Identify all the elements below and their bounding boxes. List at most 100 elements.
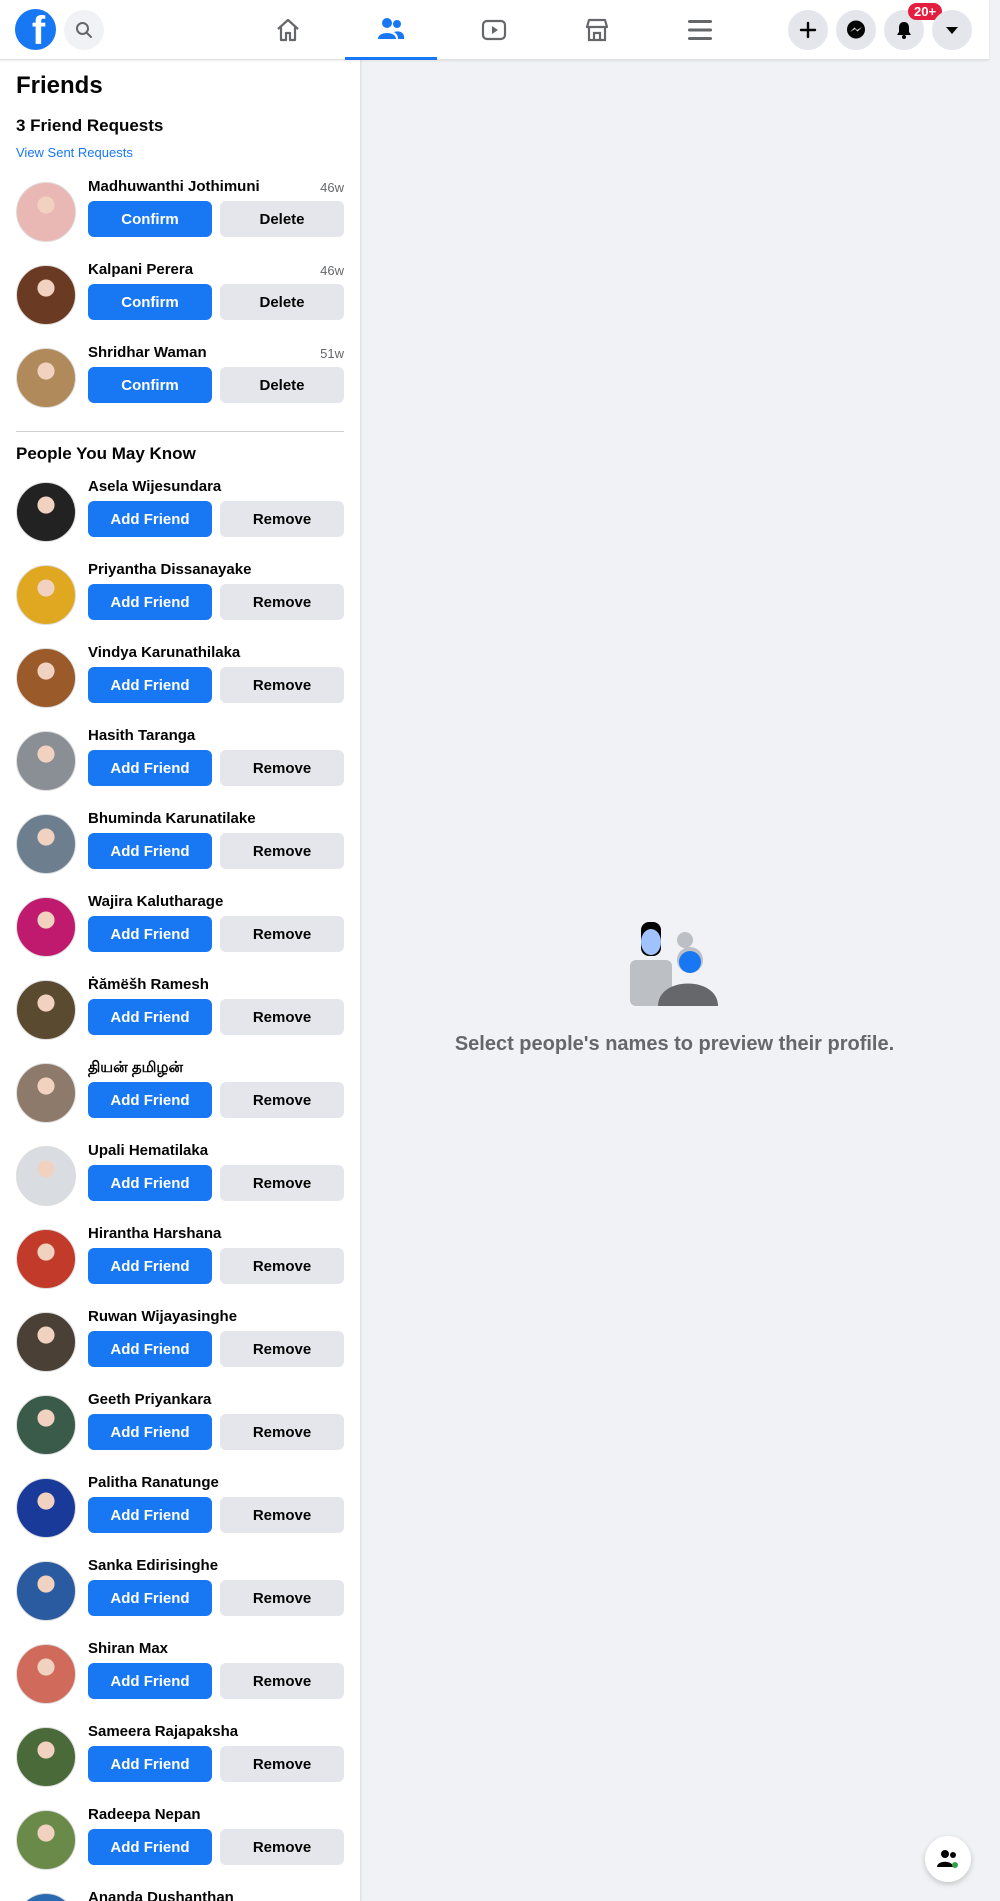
add-friend-button[interactable]: Add Friend: [88, 1663, 212, 1699]
add-friend-button[interactable]: Add Friend: [88, 1580, 212, 1616]
person-name[interactable]: Hasith Taranga: [88, 727, 195, 744]
person-name[interactable]: Priyantha Dissanayake: [88, 561, 251, 578]
avatar[interactable]: [16, 182, 76, 242]
tab-menu[interactable]: [654, 0, 746, 60]
add-friend-button[interactable]: Add Friend: [88, 1331, 212, 1367]
delete-button[interactable]: Delete: [220, 367, 344, 403]
avatar[interactable]: [16, 1810, 76, 1870]
add-friend-button[interactable]: Add Friend: [88, 750, 212, 786]
add-friend-button[interactable]: Add Friend: [88, 1497, 212, 1533]
add-friend-button[interactable]: Add Friend: [88, 916, 212, 952]
avatar[interactable]: [16, 1312, 76, 1372]
person-name[interactable]: Shridhar Waman: [88, 344, 207, 361]
create-button[interactable]: [788, 10, 828, 50]
messenger-button[interactable]: [836, 10, 876, 50]
remove-button[interactable]: Remove: [220, 1165, 344, 1201]
add-friend-button[interactable]: Add Friend: [88, 1165, 212, 1201]
remove-button[interactable]: Remove: [220, 584, 344, 620]
avatar[interactable]: [16, 1146, 76, 1206]
avatar[interactable]: [16, 1644, 76, 1704]
add-friend-button[interactable]: Add Friend: [88, 999, 212, 1035]
delete-button[interactable]: Delete: [220, 284, 344, 320]
person-name[interactable]: Ṙămëšh Ramesh: [88, 976, 209, 993]
remove-button[interactable]: Remove: [220, 1082, 344, 1118]
new-friends-float-button[interactable]: [925, 1836, 971, 1882]
avatar[interactable]: [16, 648, 76, 708]
confirm-button[interactable]: Confirm: [88, 284, 212, 320]
avatar[interactable]: [16, 1229, 76, 1289]
remove-button[interactable]: Remove: [220, 1580, 344, 1616]
request-time: 46w: [320, 180, 344, 195]
avatar[interactable]: [16, 482, 76, 542]
person-name[interactable]: Upali Hematilaka: [88, 1142, 208, 1159]
tab-friends[interactable]: [345, 0, 437, 60]
search-button[interactable]: [64, 10, 104, 50]
suggestion-item: Upali Hematilaka Add Friend Remove: [16, 1142, 344, 1222]
view-sent-requests-link[interactable]: View Sent Requests: [16, 145, 133, 160]
remove-button[interactable]: Remove: [220, 1746, 344, 1782]
remove-button[interactable]: Remove: [220, 833, 344, 869]
remove-button[interactable]: Remove: [220, 750, 344, 786]
person-name[interactable]: Geeth Priyankara: [88, 1391, 211, 1408]
person-name[interactable]: Kalpani Perera: [88, 261, 193, 278]
remove-button[interactable]: Remove: [220, 667, 344, 703]
remove-button[interactable]: Remove: [220, 1663, 344, 1699]
person-name[interactable]: Sanka Edirisinghe: [88, 1557, 218, 1574]
remove-button[interactable]: Remove: [220, 501, 344, 537]
avatar[interactable]: [16, 980, 76, 1040]
add-friend-button[interactable]: Add Friend: [88, 1082, 212, 1118]
facebook-logo[interactable]: f: [15, 9, 56, 50]
tab-watch[interactable]: [448, 0, 540, 60]
person-name[interactable]: Vindya Karunathilaka: [88, 644, 240, 661]
add-friend-button[interactable]: Add Friend: [88, 667, 212, 703]
add-friend-button[interactable]: Add Friend: [88, 1746, 212, 1782]
confirm-button[interactable]: Confirm: [88, 367, 212, 403]
avatar[interactable]: [16, 565, 76, 625]
person-name[interactable]: Bhuminda Karunatilake: [88, 810, 256, 827]
person-name[interactable]: Wajira Kalutharage: [88, 893, 223, 910]
remove-button[interactable]: Remove: [220, 1331, 344, 1367]
remove-button[interactable]: Remove: [220, 1414, 344, 1450]
remove-button[interactable]: Remove: [220, 916, 344, 952]
add-friend-button[interactable]: Add Friend: [88, 501, 212, 537]
person-name[interactable]: Sameera Rajapaksha: [88, 1723, 238, 1740]
remove-button[interactable]: Remove: [220, 1497, 344, 1533]
avatar[interactable]: [16, 1561, 76, 1621]
avatar[interactable]: [16, 348, 76, 408]
person-name[interactable]: Radeepa Nepan: [88, 1806, 201, 1823]
person-name[interactable]: Ruwan Wijayasinghe: [88, 1308, 237, 1325]
remove-button[interactable]: Remove: [220, 1248, 344, 1284]
avatar[interactable]: [16, 1478, 76, 1538]
person-name[interactable]: Hirantha Harshana: [88, 1225, 221, 1242]
avatar[interactable]: [16, 1893, 76, 1901]
tab-home[interactable]: [242, 0, 334, 60]
account-button[interactable]: [932, 10, 972, 50]
person-name[interactable]: Palitha Ranatunge: [88, 1474, 219, 1491]
add-friend-button[interactable]: Add Friend: [88, 1248, 212, 1284]
remove-button[interactable]: Remove: [220, 1829, 344, 1865]
person-name[interactable]: Asela Wijesundara: [88, 478, 221, 495]
suggestion-item: Asela Wijesundara Add Friend Remove: [16, 478, 344, 558]
avatar[interactable]: [16, 814, 76, 874]
person-name[interactable]: தியன் தமிழன்: [88, 1059, 183, 1078]
avatar[interactable]: [16, 731, 76, 791]
empty-state-message: Select people's names to preview their p…: [454, 1033, 895, 1055]
avatar[interactable]: [16, 1395, 76, 1455]
remove-button[interactable]: Remove: [220, 999, 344, 1035]
person-name[interactable]: Madhuwanthi Jothimuni: [88, 178, 260, 195]
delete-button[interactable]: Delete: [220, 201, 344, 237]
avatar[interactable]: [16, 897, 76, 957]
avatar[interactable]: [16, 265, 76, 325]
person-name[interactable]: Shiran Max: [88, 1640, 168, 1657]
person-name[interactable]: Ananda Dushanthan: [88, 1889, 234, 1901]
suggestion-item: Palitha Ranatunge Add Friend Remove: [16, 1474, 344, 1554]
friend-request-item: Kalpani Perera 46w Confirm Delete: [16, 261, 344, 341]
add-friend-button[interactable]: Add Friend: [88, 1414, 212, 1450]
confirm-button[interactable]: Confirm: [88, 201, 212, 237]
add-friend-button[interactable]: Add Friend: [88, 584, 212, 620]
tab-marketplace[interactable]: [551, 0, 643, 60]
add-friend-button[interactable]: Add Friend: [88, 833, 212, 869]
avatar[interactable]: [16, 1727, 76, 1787]
add-friend-button[interactable]: Add Friend: [88, 1829, 212, 1865]
avatar[interactable]: [16, 1063, 76, 1123]
